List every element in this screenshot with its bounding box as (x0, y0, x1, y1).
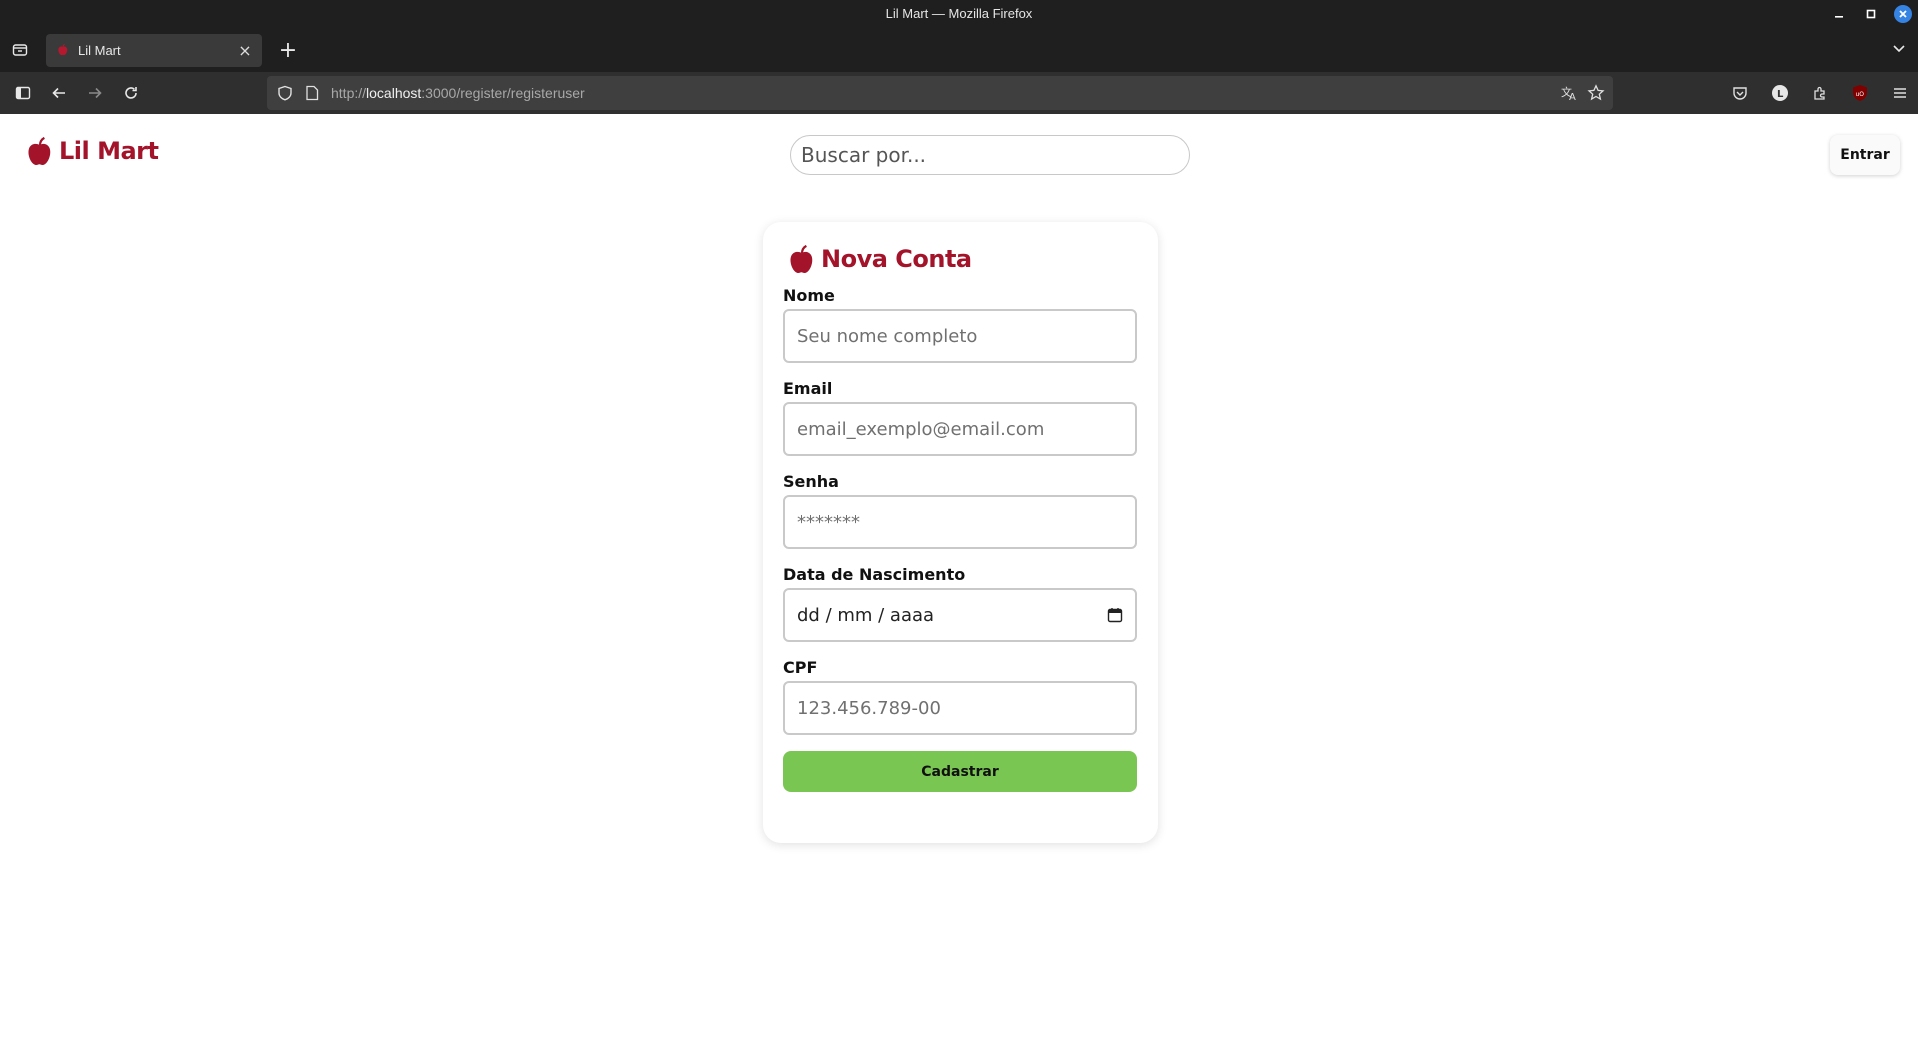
senha-label: Senha (783, 472, 839, 491)
cpf-input[interactable] (783, 681, 1137, 735)
account-icon: L (1772, 85, 1788, 101)
window-titlebar: Lil Mart — Mozilla Firefox (0, 0, 1918, 29)
site-header: Lil Mart Entrar (0, 114, 1918, 194)
account-button[interactable]: L (1762, 77, 1798, 109)
shield-icon[interactable] (277, 85, 295, 101)
field-data-nascimento: Data de Nascimento dd / mm / aaaa (783, 565, 1138, 642)
sidebar-icon (15, 86, 31, 100)
date-placeholder: dd / mm / aaaa (797, 604, 935, 626)
list-all-tabs-button[interactable] (1892, 40, 1906, 59)
maximize-button[interactable] (1862, 5, 1880, 23)
url-text[interactable]: http://localhost:3000/register/registeru… (331, 85, 585, 101)
field-senha: Senha (783, 472, 1138, 549)
search-input[interactable] (790, 135, 1190, 175)
tab-title: Lil Mart (78, 42, 121, 58)
form-fields: Nome Email Senha Data de Nascimento dd /… (783, 286, 1138, 735)
tab-lil-mart[interactable]: Lil Mart × (46, 33, 262, 67)
site-logo[interactable]: Lil Mart (25, 134, 159, 168)
sidebar-button[interactable] (5, 77, 41, 109)
forward-button[interactable] (77, 77, 113, 109)
puzzle-icon (1814, 86, 1825, 100)
pocket-button[interactable] (1722, 77, 1758, 109)
form-title: Nova Conta (787, 242, 1138, 276)
form-title-text: Nova Conta (821, 245, 972, 273)
senha-input[interactable] (783, 495, 1137, 549)
page-content: Lil Mart Entrar Nova Conta Nome Email Se… (0, 114, 1918, 1050)
tab-close-icon[interactable]: × (237, 41, 253, 60)
apple-icon (28, 136, 51, 166)
data-nascimento-input[interactable]: dd / mm / aaaa (783, 588, 1137, 642)
field-email: Email (783, 379, 1138, 456)
minimize-button[interactable] (1830, 5, 1848, 23)
firefox-view-icon (12, 44, 28, 56)
ublock-button[interactable]: uO (1842, 77, 1878, 109)
email-label: Email (783, 379, 833, 398)
svg-text:A: A (1569, 92, 1576, 102)
chevron-down-icon (1893, 45, 1905, 53)
calendar-icon[interactable] (1107, 607, 1123, 623)
window-title: Lil Mart — Mozilla Firefox (885, 6, 1033, 21)
toolbar-right: L uO (1722, 77, 1918, 109)
hamburger-menu-icon (1894, 88, 1906, 98)
apple-icon (790, 244, 813, 274)
back-button[interactable] (41, 77, 77, 109)
svg-text:uO: uO (1856, 91, 1865, 98)
login-button[interactable]: Entrar (1830, 135, 1900, 175)
star-icon[interactable] (1587, 84, 1605, 102)
cpf-label: CPF (783, 658, 818, 677)
ublock-icon: uO (1853, 85, 1867, 101)
nav-bar: http://localhost:3000/register/registeru… (0, 72, 1918, 114)
reload-button[interactable] (113, 77, 149, 109)
new-tab-button[interactable]: + (276, 38, 300, 63)
app-menu-button[interactable] (1882, 77, 1918, 109)
nome-input[interactable] (783, 309, 1137, 363)
cadastrar-button[interactable]: Cadastrar (783, 751, 1137, 792)
translate-icon[interactable]: 文A (1561, 84, 1579, 102)
logo-text: Lil Mart (59, 137, 159, 165)
url-bar[interactable]: http://localhost:3000/register/registeru… (267, 76, 1613, 110)
firefox-view-button[interactable] (10, 40, 30, 60)
tab-bar: Lil Mart × + (0, 28, 1918, 72)
arrow-left-icon (52, 87, 65, 99)
field-nome: Nome (783, 286, 1138, 363)
reload-icon (125, 87, 137, 99)
page-icon (306, 85, 319, 101)
svg-text:L: L (1777, 89, 1784, 100)
field-cpf: CPF (783, 658, 1138, 735)
pocket-icon (1733, 87, 1747, 100)
arrow-right-icon (89, 87, 102, 99)
data-nascimento-label: Data de Nascimento (783, 565, 966, 584)
close-window-button[interactable] (1894, 5, 1912, 23)
email-input[interactable] (783, 402, 1137, 456)
register-form-card: Nova Conta Nome Email Senha Data de Nasc… (763, 222, 1158, 843)
window-controls (1830, 5, 1912, 23)
extensions-button[interactable] (1802, 77, 1838, 109)
nome-label: Nome (783, 286, 835, 305)
apple-icon (58, 43, 68, 56)
